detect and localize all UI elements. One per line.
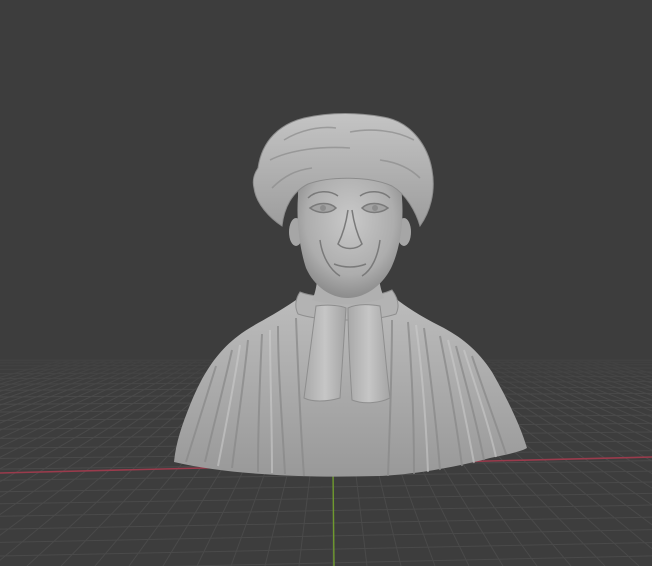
grid-line-horizontal: [0, 542, 652, 557]
grid-line-horizontal: [165, 555, 652, 566]
3d-viewport[interactable]: [0, 0, 652, 566]
grid-line-horizontal: [0, 481, 652, 493]
grid-line-horizontal: [0, 516, 652, 530]
grid-line-horizontal: [0, 529, 652, 543]
eye-left: [320, 205, 326, 211]
grid-line-horizontal: [0, 492, 652, 505]
face: [297, 168, 403, 298]
viewport-canvas[interactable]: [0, 0, 652, 566]
bust-model[interactable]: [174, 113, 527, 477]
eye-right: [372, 205, 378, 211]
grid-line-horizontal: [0, 504, 652, 517]
y-axis-line: [332, 469, 335, 566]
